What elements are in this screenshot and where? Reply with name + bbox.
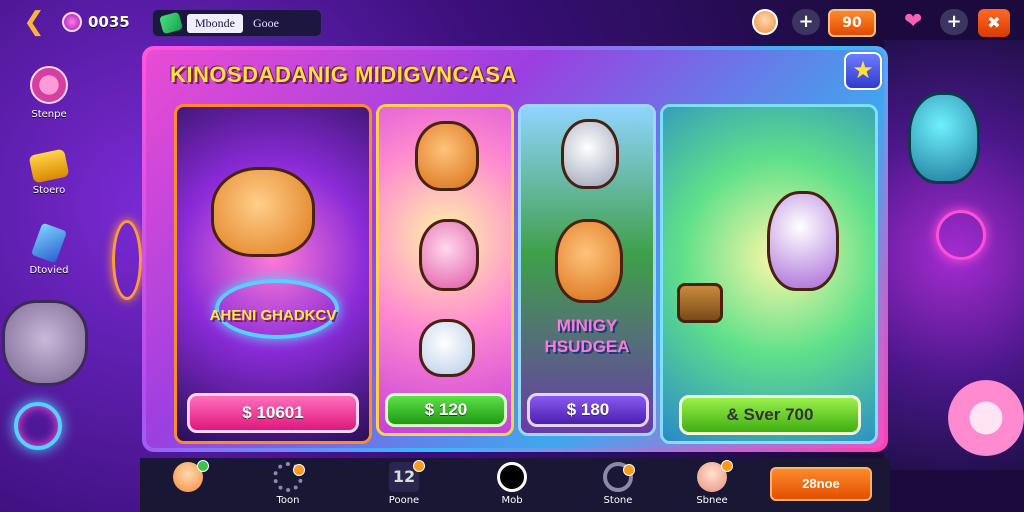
- nav-item-mob[interactable]: Mob: [480, 462, 544, 506]
- buy-button-2[interactable]: $ 120: [385, 393, 507, 427]
- shop-panel: KINOSDADANIG MIDIGVNCASA ★ AHENI GHADKCV…: [142, 46, 888, 452]
- add-lives-button[interactable]: +: [940, 9, 968, 35]
- timer-icon: [497, 462, 527, 492]
- sidebar-item-dtovied[interactable]: Dtovied: [14, 222, 84, 276]
- neon-ring-deco: [936, 210, 986, 260]
- crate-icon: [28, 148, 70, 184]
- gear-icon: [273, 462, 305, 492]
- shop-card-2[interactable]: $ 120: [376, 104, 514, 436]
- notification-badge: [197, 460, 209, 472]
- tab-mbonde[interactable]: Mbonde: [187, 13, 243, 33]
- add-button[interactable]: +: [792, 9, 820, 35]
- currency-value: 0035: [88, 13, 130, 31]
- nav-item-toon[interactable]: Toon: [256, 462, 320, 506]
- face-icon: [697, 460, 733, 492]
- medal-icon: [30, 66, 68, 104]
- buy-button-4[interactable]: & Sver 700: [679, 395, 861, 435]
- notification-badge: [721, 460, 733, 472]
- tab-gooe[interactable]: Gooe: [243, 16, 289, 31]
- barrel-deco: [677, 283, 723, 323]
- neon-ring-deco-2: [112, 220, 142, 300]
- action-button[interactable]: 28noe: [770, 467, 872, 501]
- card-art: [177, 107, 369, 441]
- white-cat-creature: [419, 319, 475, 377]
- nav-label: Mob: [501, 495, 523, 506]
- leaf-icon: [159, 11, 183, 35]
- orange-cat-creature: [555, 219, 623, 303]
- card-caption: AHENI GHADKCV: [209, 307, 337, 324]
- nav-item-avatar[interactable]: [156, 460, 220, 495]
- nav-label: Toon: [276, 495, 300, 506]
- hearts-icon: ❤: [904, 9, 923, 34]
- notification-badge: [623, 464, 635, 476]
- number-icon: 12: [389, 460, 425, 492]
- nav-label: Stone: [603, 495, 633, 506]
- donut-deco: [948, 380, 1024, 456]
- score-badge: 90: [828, 9, 876, 37]
- nav-label: Sbnee: [696, 495, 728, 506]
- shop-card-1[interactable]: AHENI GHADKCV $ 10601: [174, 104, 372, 444]
- top-bar: ❮ 0035 Mbonde Gooe + 90 ❤ + ✖: [0, 0, 1024, 44]
- crystal-icon: [30, 222, 68, 264]
- card-caption: MINIGY HSUDGEA: [544, 316, 630, 356]
- alien-creature-deco: [908, 92, 980, 184]
- gem-icon: [62, 12, 82, 32]
- sidebar-item-label: Stoero: [32, 185, 66, 196]
- card-art: [663, 107, 875, 441]
- cat-mascot-deco: [2, 300, 88, 386]
- star-icon[interactable]: ★: [844, 52, 882, 90]
- panel-title: KINOSDADANIG MIDIGVNCASA: [170, 62, 517, 87]
- back-button[interactable]: ❮: [18, 8, 50, 36]
- nav-item-poone[interactable]: 12 Poone: [372, 460, 436, 506]
- notification-badge: [413, 460, 425, 472]
- pink-cat-creature: [419, 219, 479, 291]
- shield-icon: [603, 462, 635, 492]
- shop-card-3[interactable]: MINIGY HSUDGEA $ 180: [518, 104, 656, 436]
- glowing-orb-deco: [14, 402, 62, 450]
- sidebar-item-stenpe[interactable]: Stenpe: [14, 66, 84, 120]
- buy-button-1[interactable]: $ 10601: [187, 393, 359, 433]
- sidebar-item-label: Stenpe: [31, 109, 67, 120]
- avatar-icon: [173, 460, 209, 492]
- sidebar-item-label: Dtovied: [29, 265, 69, 276]
- sidebar-item-stoero[interactable]: Stoero: [14, 146, 84, 196]
- nav-label: Poone: [388, 495, 420, 506]
- mode-tabs: Mbonde Gooe: [152, 9, 322, 37]
- notification-badge: [293, 464, 305, 476]
- player-avatar[interactable]: [752, 9, 778, 35]
- fox-creature: [211, 167, 315, 257]
- husky-creature: [561, 119, 619, 189]
- buy-button-3[interactable]: $ 180: [527, 393, 649, 427]
- nav-item-sbnee[interactable]: Sbnee: [680, 460, 744, 506]
- shop-card-4[interactable]: & Sver 700: [660, 104, 878, 444]
- dj-creature: [767, 191, 839, 291]
- close-button[interactable]: ✖: [978, 9, 1010, 37]
- bear-creature: [415, 121, 479, 191]
- nav-item-stone[interactable]: Stone: [586, 462, 650, 506]
- currency-counter: 0035: [62, 10, 130, 34]
